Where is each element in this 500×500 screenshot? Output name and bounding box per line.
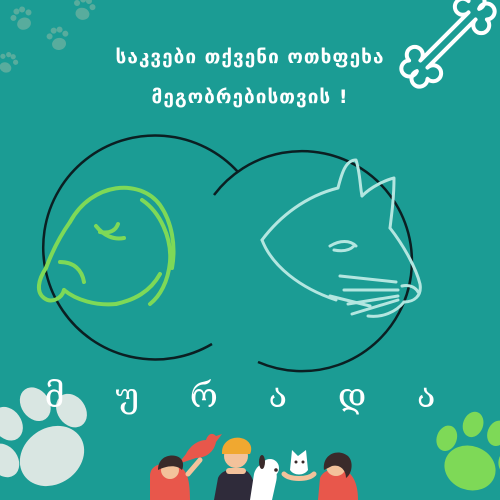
poster-artwork (0, 0, 500, 500)
person-figure (150, 455, 203, 500)
paw-icon (10, 6, 32, 30)
paw-icon (74, 0, 96, 20)
headline-line-2: მეგობრებისთვის ! (151, 86, 349, 108)
small-dog-figure (250, 455, 279, 500)
person-figure (214, 437, 256, 500)
headline-line-1: საკვები თქვენი ოთხფეხა (115, 46, 385, 68)
right-arc-line (213, 149, 414, 373)
brand-name: მ უ რ ა დ ა (44, 376, 456, 416)
cat-head-icon (260, 158, 422, 318)
small-cat-figure (281, 450, 317, 481)
people-with-pets-illustration (150, 433, 358, 500)
dog-head-icon (37, 185, 176, 307)
left-arc-line (41, 134, 239, 361)
paw-icon (436, 411, 500, 491)
person-figure (318, 452, 358, 500)
poster: საკვები თქვენი ოთხფეხა მეგობრებისთვის ! … (0, 0, 500, 500)
